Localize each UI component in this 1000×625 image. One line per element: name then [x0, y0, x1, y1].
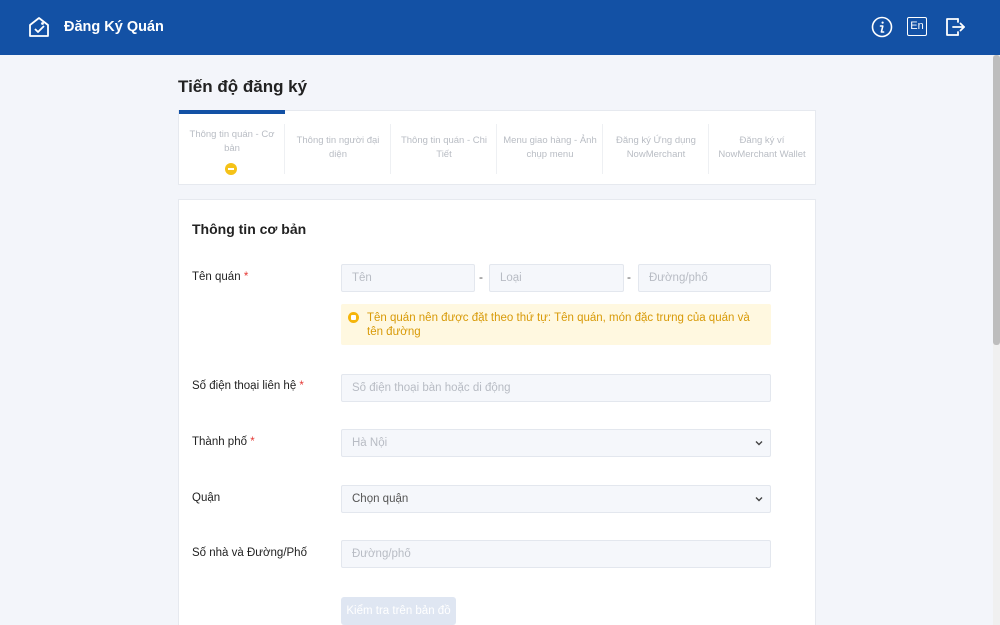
district-value: Chọn quận: [352, 493, 409, 505]
city-label: Thành phố *: [192, 436, 255, 448]
phone-input[interactable]: [341, 374, 771, 402]
step-nowmerchant-wallet[interactable]: Đăng ký ví NowMerchant Wallet: [709, 111, 815, 184]
step-detail-info[interactable]: Thông tin quán - Chi Tiết: [391, 111, 497, 184]
shop-name-label-text: Tên quán: [192, 271, 241, 283]
step-label: Đăng ký Ứng dụng NowMerchant: [616, 135, 696, 160]
chevron-down-icon: [755, 441, 763, 446]
basic-info-form: Thông tin cơ bản Tên quán * - - Tên quán…: [178, 199, 816, 625]
app-title: Đăng Ký Quán: [64, 19, 164, 35]
scrollbar-thumb[interactable]: [993, 55, 1000, 345]
district-label-text: Quận: [192, 492, 221, 504]
district-select[interactable]: Chọn quận: [341, 485, 771, 513]
required-mark: *: [243, 271, 249, 283]
city-label-text: Thành phố: [192, 436, 247, 448]
step-representative-info[interactable]: Thông tin người đại diện: [285, 111, 391, 184]
shop-name-input[interactable]: [341, 264, 475, 292]
city-select[interactable]: Hà Nội: [341, 429, 771, 457]
shop-street-input[interactable]: [638, 264, 771, 292]
step-label: Thông tin quán - Cơ bản: [189, 129, 275, 154]
form-title: Thông tin cơ bản: [192, 221, 307, 237]
shop-type-input[interactable]: [489, 264, 624, 292]
hint-text: Tên quán nên được đặt theo thứ tự: Tên q…: [367, 312, 750, 338]
top-bar: Đăng Ký Quán En: [0, 0, 1000, 55]
registration-steps: Thông tin quán - Cơ bản Thông tin người …: [178, 110, 816, 185]
shop-name-label: Tên quán *: [192, 271, 248, 283]
address-input[interactable]: [341, 540, 771, 568]
address-label-text: Số nhà và Đường/Phố: [192, 547, 307, 559]
chevron-down-icon: [755, 497, 763, 502]
check-on-map-button[interactable]: Kiểm tra trên bản đồ: [341, 597, 456, 625]
logout-icon[interactable]: [943, 15, 967, 39]
warning-icon: [348, 312, 359, 323]
step-delivery-menu[interactable]: Menu giao hàng - Ảnh chụp menu: [497, 111, 603, 184]
language-button[interactable]: En: [907, 17, 927, 36]
shop-name-hint: Tên quán nên được đặt theo thứ tự: Tên q…: [341, 304, 771, 345]
required-mark: *: [250, 436, 255, 448]
phone-label-text: Số điện thoại liên hệ: [192, 380, 297, 392]
store-logo-icon: [29, 17, 49, 37]
city-value: Hà Nội: [352, 437, 388, 449]
step-label: Đăng ký ví NowMerchant Wallet: [718, 135, 806, 160]
step-label: Thông tin quán - Chi Tiết: [400, 135, 488, 160]
active-step-indicator: [179, 110, 285, 114]
required-mark: *: [299, 380, 304, 392]
page-title: Tiến độ đăng ký: [178, 77, 308, 96]
step-basic-info[interactable]: Thông tin quán - Cơ bản: [179, 110, 285, 184]
separator: -: [627, 270, 631, 284]
in-progress-icon: [225, 163, 237, 175]
step-label: Menu giao hàng - Ảnh chụp menu: [503, 135, 597, 160]
step-label: Thông tin người đại diện: [296, 135, 380, 160]
step-nowmerchant-app[interactable]: Đăng ký Ứng dụng NowMerchant: [603, 111, 709, 184]
phone-label: Số điện thoại liên hệ *: [192, 380, 304, 392]
page-scrollbar[interactable]: [993, 55, 1000, 625]
info-icon[interactable]: [870, 15, 894, 39]
address-label: Số nhà và Đường/Phố: [192, 547, 307, 559]
separator: -: [479, 270, 483, 284]
district-label: Quận: [192, 492, 220, 504]
